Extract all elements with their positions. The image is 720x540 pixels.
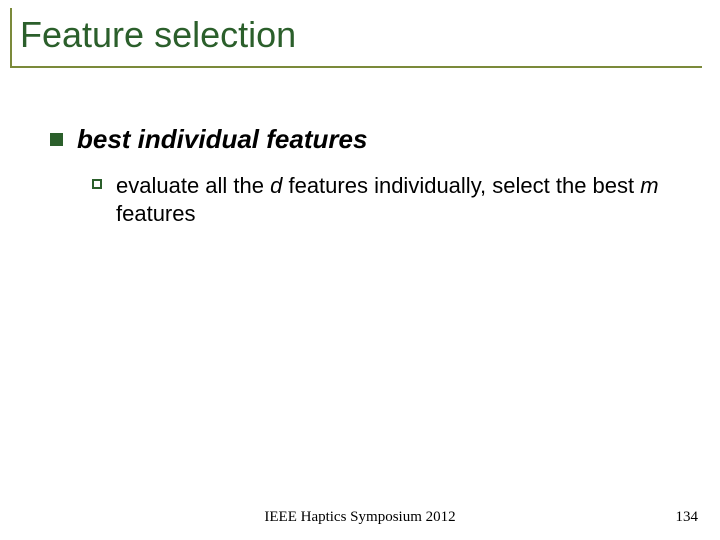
bullet-level1: best individual features: [50, 124, 367, 155]
level2-m: m: [640, 173, 658, 198]
page-number: 134: [676, 509, 699, 526]
square-bullet-icon: [50, 133, 63, 146]
footer-text: IEEE Haptics Symposium 2012: [0, 509, 720, 526]
level1-text: best individual features: [77, 124, 367, 155]
level2-d: d: [270, 173, 282, 198]
slide-title: Feature selection: [10, 8, 702, 66]
bullet-level2: evaluate all the d features individually…: [92, 172, 680, 227]
level2-mid: features individually, select the best: [282, 173, 640, 198]
hollow-square-bullet-icon: [92, 179, 102, 189]
level2-pre: evaluate all the: [116, 173, 270, 198]
level2-post: features: [116, 201, 196, 226]
level2-text: evaluate all the d features individually…: [116, 172, 680, 227]
title-rule: Feature selection: [10, 8, 702, 68]
